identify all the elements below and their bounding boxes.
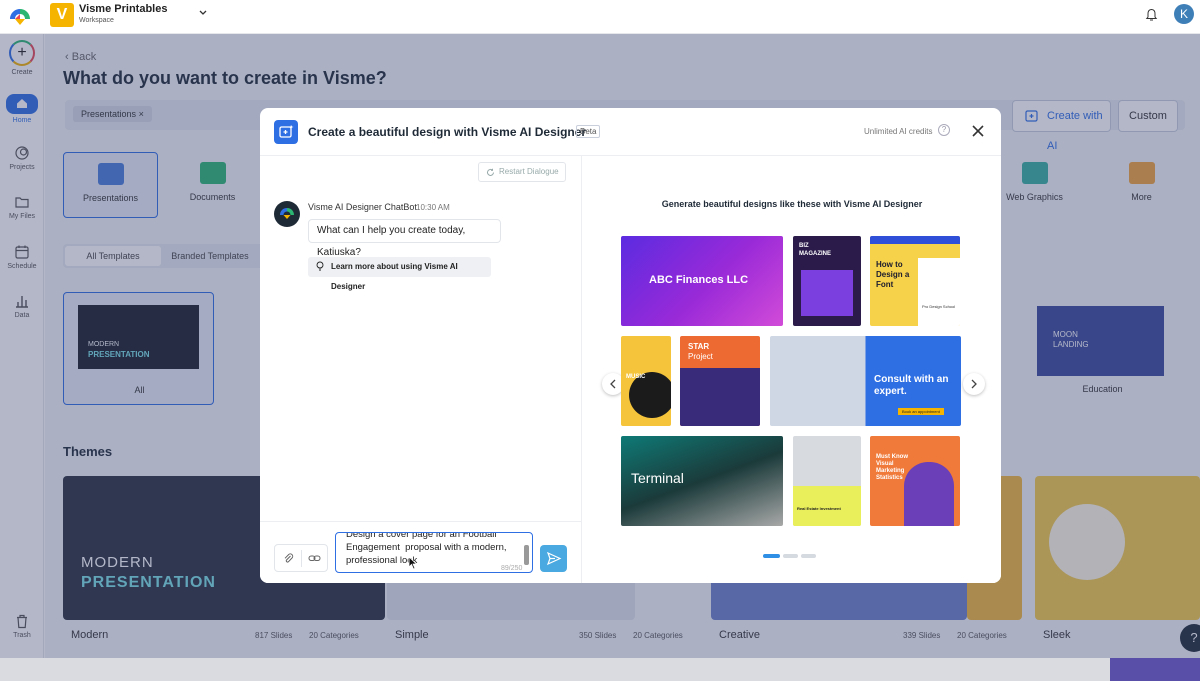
character-counter: 89/250 [501,565,523,572]
message-timestamp: 10:30 AM [416,203,450,212]
attachment-group [274,544,328,572]
bottom-strip-accent [1110,658,1200,681]
send-icon [546,551,562,566]
help-question-icon[interactable]: ? [938,124,950,136]
thumb-collage [680,368,760,426]
design-thumbnail-terminal[interactable]: Terminal [621,436,783,526]
thumb-title: MUSIC [626,374,646,380]
chatbot-name: Visme AI Designer ChatBot [308,202,417,212]
restart-dialogue-button[interactable]: Restart Dialogue [478,162,566,182]
design-thumbnail-design-font[interactable]: How to Design a Font Pro Design School [870,236,960,326]
thumb-subtitle: Project [688,352,713,361]
thumb-title: ABC Finances LLC [649,274,749,286]
thumb-title: Real Estate Investment [797,506,841,511]
send-button[interactable] [540,545,567,572]
chevron-down-icon[interactable] [198,8,208,18]
message-composer: Design a cover page for an Football Enga… [260,521,582,583]
magazine-image [801,270,853,316]
close-icon[interactable] [970,123,986,139]
modal-title: Create a beautiful design with Visme AI … [308,125,587,139]
paperclip-icon[interactable] [283,553,294,564]
prompt-text: Design a cover page for an Football Enga… [346,532,510,566]
ai-designer-icon [274,120,298,144]
workspace-sub: Workspace [79,17,114,24]
refresh-icon [487,168,494,176]
mouse-cursor-icon [408,556,418,570]
design-thumbnail-star-project[interactable]: STAR Project [680,336,760,426]
gallery-pagination [763,554,823,558]
thumb-button: Book an appointment [898,408,944,415]
thumb-stripe [870,236,960,244]
chevron-right-icon [971,379,977,389]
bell-icon[interactable] [1145,8,1158,22]
thumb-subtitle: Pro Design School [922,304,956,309]
design-thumbnail-abc-finances[interactable]: ABC Finances LLC [621,236,783,326]
modal-header: Create a beautiful design with Visme AI … [260,108,1001,156]
learn-more-label: Learn more about using Visme AI Designer [331,262,458,291]
restart-label: Restart Dialogue [499,167,559,176]
thumb-title: STAR [688,342,710,351]
gallery-title: Generate beautiful designs like these wi… [661,199,923,209]
gallery-pane: Generate beautiful designs like these wi… [583,156,1001,583]
thumb-title: Terminal [631,470,684,486]
pagination-dot[interactable] [783,554,798,558]
user-avatar[interactable]: K [1174,4,1194,24]
ai-credits-label: Unlimited AI credits [864,127,933,136]
design-thumbnail-marketing[interactable]: Must Know Visual Marketing Statistics [870,436,960,526]
prompt-input[interactable]: Design a cover page for an Football Enga… [335,532,533,573]
workspace-badge[interactable]: V [50,3,74,27]
person-image [904,462,954,526]
design-thumbnail-music[interactable]: MUSIC [621,336,671,426]
thumb-title: How to Design a Font [876,260,910,289]
pagination-dot-active[interactable] [763,554,780,558]
chatbot-avatar [274,201,300,227]
design-thumbnail-consult[interactable]: Consult with an expert. Book an appointm… [770,336,961,426]
pagination-dot[interactable] [801,554,816,558]
visme-logo-icon[interactable] [9,7,31,27]
gallery-next-button[interactable] [963,373,985,395]
learn-more-button[interactable]: Learn more about using Visme AI Designer [308,257,491,291]
divider [301,550,302,567]
workspace-name[interactable]: Visme Printables [79,3,167,15]
lightbulb-icon [316,261,324,271]
design-thumbnail-biz-magazine[interactable]: BIZ MAGAZINE [793,236,861,326]
ai-designer-modal: Create a beautiful design with Visme AI … [260,108,1001,583]
thumb-title: BIZ MAGAZINE [799,243,831,257]
chat-pane: Restart Dialogue Visme AI Designer ChatB… [260,156,582,583]
top-bar: V Visme Printables Workspace K [0,0,1200,34]
thumb-title: Consult with an expert. [874,374,949,397]
prompt-scrollbar[interactable] [524,545,529,565]
link-icon[interactable] [308,553,321,564]
design-thumbnail-real-estate[interactable]: Real Estate Investment [793,436,861,526]
beta-badge: Beta [576,125,601,138]
bottom-strip [0,658,1200,681]
thumb-panel: Pro Design School [918,258,960,326]
chatbot-message: What can I help you create today, Katius… [308,219,501,258]
